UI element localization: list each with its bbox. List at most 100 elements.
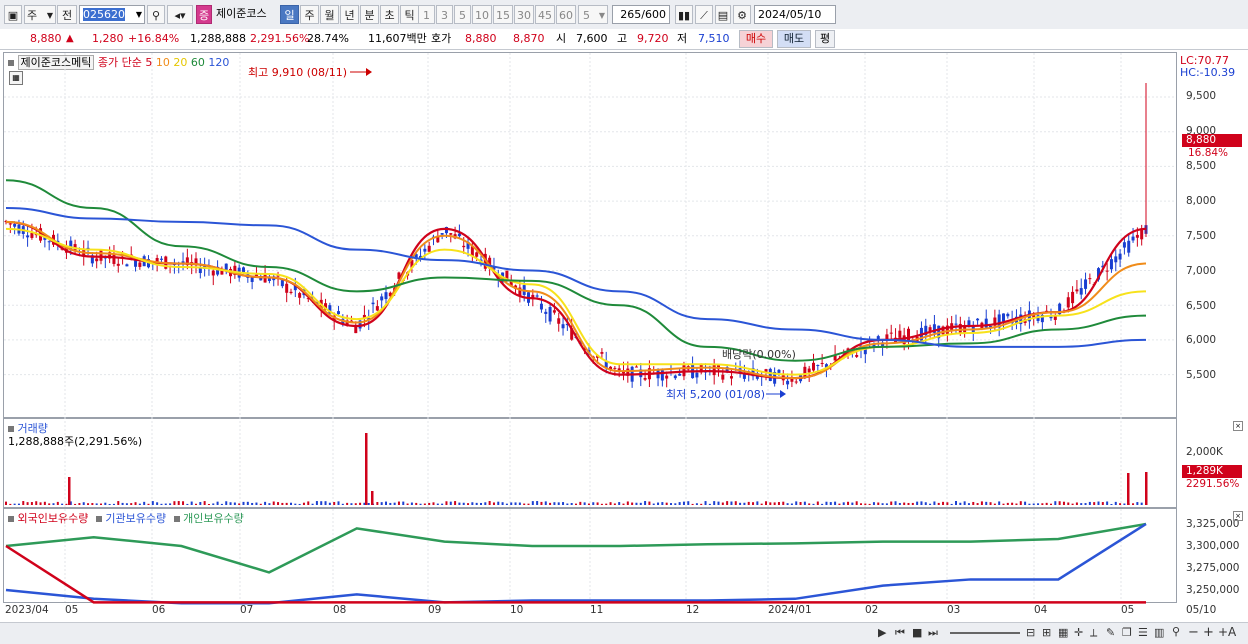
candle-body (1114, 256, 1118, 263)
volume-bar (894, 501, 897, 505)
volume-bar (730, 501, 733, 505)
volume-bar (1084, 503, 1087, 505)
volume-spike (365, 433, 368, 505)
candle-body (26, 235, 30, 238)
volume-bar (609, 502, 612, 505)
candle-body (1079, 288, 1083, 295)
play-icon[interactable]: ▶ (878, 626, 886, 639)
volume-bar (376, 502, 379, 505)
volume-bar (104, 502, 107, 505)
volume-bar (311, 503, 314, 505)
candle-body (1075, 289, 1079, 292)
volume-bar (467, 503, 470, 505)
candle-body (1002, 313, 1005, 322)
volume-bar (972, 501, 975, 505)
candle-body (1118, 253, 1122, 260)
ruler-icon[interactable]: ⟂ (1090, 626, 1097, 640)
volume-bar (389, 502, 392, 505)
volume-bar (678, 502, 681, 505)
chart-icon[interactable]: ▥ (1154, 626, 1164, 639)
low-arrow-head (780, 390, 786, 398)
volume-bar (17, 503, 20, 505)
volume-bar (842, 502, 845, 505)
draw-icon[interactable]: ✎ (1106, 626, 1115, 639)
crosshair-icon[interactable]: ✛ (1074, 626, 1083, 639)
plus-icon[interactable]: + (1203, 625, 1214, 640)
volume-bar (410, 502, 413, 505)
volume-bar (350, 503, 353, 505)
volume-bar (475, 502, 478, 505)
candle-body (1109, 259, 1113, 270)
volume-bar (993, 503, 996, 505)
split-icon[interactable]: ⊞ (1042, 626, 1051, 639)
volume-bar (786, 503, 789, 505)
magnify-icon[interactable]: ⚲ (1172, 625, 1180, 638)
volume-bar (760, 503, 763, 505)
zoom-slider[interactable] (950, 632, 1020, 634)
candle-body (544, 311, 548, 314)
volume-bar (825, 501, 828, 505)
volume-bar (294, 503, 297, 505)
candle-body (643, 377, 647, 380)
volume-bar (536, 501, 539, 505)
volume-bar (147, 503, 150, 505)
volume-bar (87, 503, 90, 505)
volume-bar (657, 502, 660, 505)
candle-body (95, 258, 99, 262)
volume-bar (497, 501, 500, 505)
volume-bar (48, 503, 51, 505)
volume-bar (1041, 503, 1044, 505)
candle-body (1135, 234, 1139, 238)
volume-bar (648, 501, 651, 505)
auto-button[interactable]: +A (1218, 625, 1236, 639)
volume-bar (821, 503, 824, 505)
volume-bar (380, 502, 383, 505)
volume-bar (1119, 503, 1122, 505)
volume-bar (480, 502, 482, 505)
volume-bar (566, 503, 569, 505)
volume-bar (717, 501, 720, 505)
volume-bar (1037, 503, 1040, 505)
volume-bar (160, 503, 163, 505)
candle-body (1049, 316, 1053, 319)
volume-bar (445, 501, 448, 505)
candle-body (1122, 242, 1126, 248)
volume-bar (164, 503, 167, 505)
volume-bar (803, 501, 806, 505)
volume-bar (143, 501, 146, 505)
bars-icon[interactable]: ☰ (1138, 626, 1148, 639)
candle-body (855, 355, 859, 357)
grid-icon[interactable]: ▦ (1058, 626, 1068, 639)
volume-bar (13, 503, 16, 505)
volume-bar (78, 503, 81, 505)
forward-icon[interactable]: ⏭ (928, 626, 938, 640)
minus-icon[interactable]: − (1188, 625, 1199, 640)
volume-bar (799, 502, 802, 505)
stop-icon[interactable]: ■ (912, 626, 922, 639)
candle-body (552, 310, 556, 313)
volume-bar (428, 502, 431, 505)
individual-line (5, 522, 1147, 574)
candle-body (1105, 270, 1109, 272)
volume-spike (1127, 473, 1130, 505)
volume-bar (290, 502, 292, 505)
volume-spike (371, 491, 374, 505)
volume-bar (35, 501, 38, 505)
zoom-out-icon[interactable]: ⊟ (1026, 626, 1035, 639)
volume-bar (618, 502, 621, 505)
candle-body (1066, 297, 1070, 308)
volume-bar (1101, 502, 1104, 505)
chart-canvas[interactable]: 최고 9,910 (08/11) 최저 5,200 (01/08) 배당락(0.… (0, 0, 1248, 643)
copy-icon[interactable]: ❐ (1122, 626, 1132, 639)
volume-bar (847, 501, 850, 505)
volume-bar (341, 503, 344, 505)
volume-bar (385, 501, 387, 505)
volume-bar (492, 502, 495, 505)
volume-bar (834, 501, 837, 505)
candle-body (1006, 313, 1010, 317)
candle-body (380, 296, 384, 301)
ma-line-20 (5, 227, 1147, 376)
rewind-icon[interactable]: ⏮ (895, 626, 905, 640)
volume-bar (397, 501, 400, 505)
candle-body (462, 245, 466, 248)
